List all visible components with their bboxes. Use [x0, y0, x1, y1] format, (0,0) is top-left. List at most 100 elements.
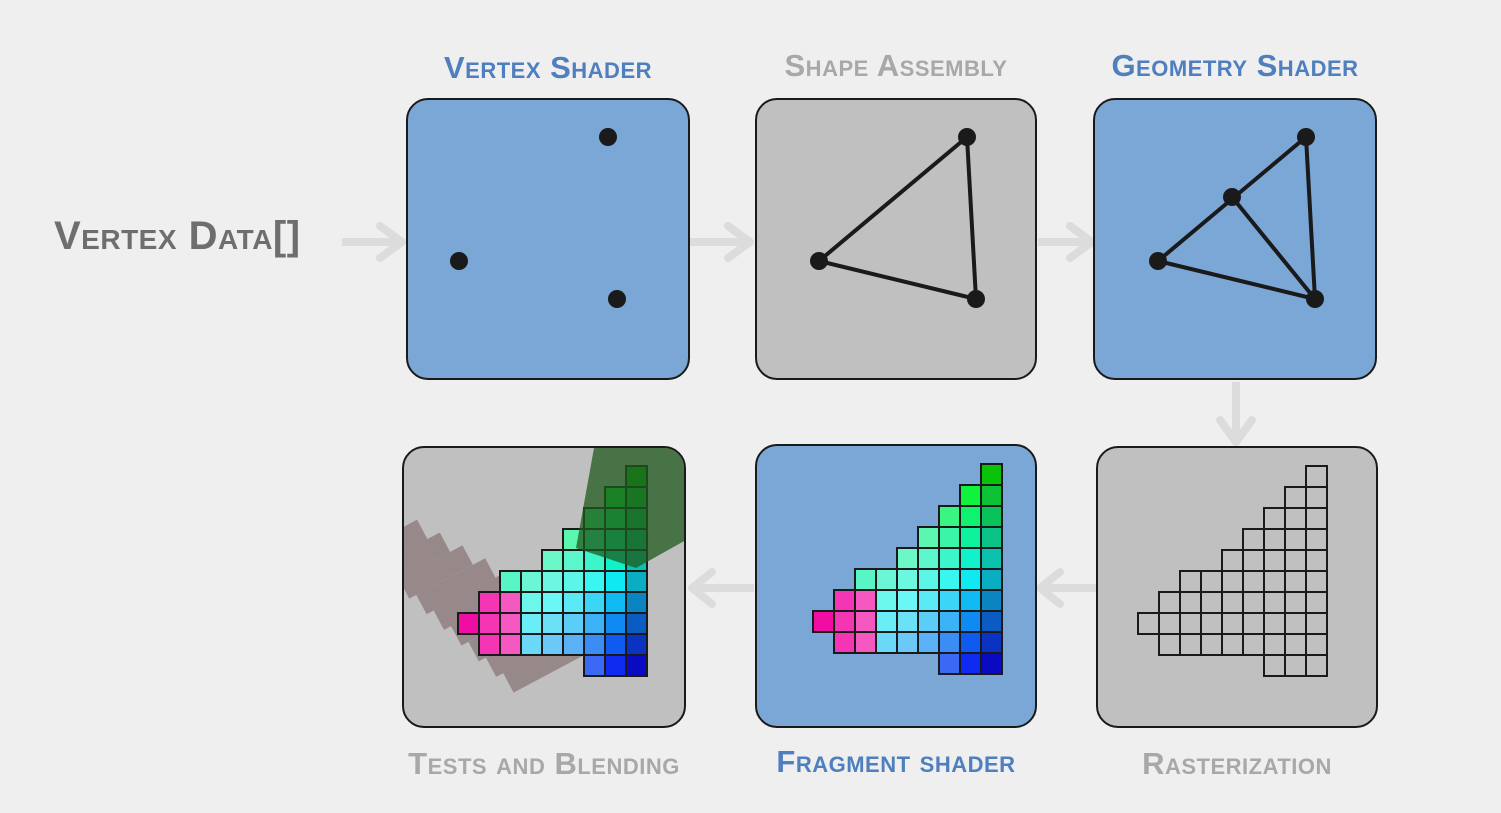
- raster-cell: [1305, 507, 1328, 530]
- fragment-cell: [833, 631, 856, 654]
- raster-cell: [1179, 612, 1202, 635]
- raster-cell: [1179, 633, 1202, 656]
- fragment-cell: [562, 612, 585, 635]
- fragment-cell: [541, 591, 564, 614]
- fragment-cell: [896, 589, 919, 612]
- raster-cell: [1158, 633, 1181, 656]
- raster-cell: [1284, 612, 1307, 635]
- raster-cell: [1221, 591, 1244, 614]
- fragment-cell: [854, 568, 877, 591]
- raster-cell: [1305, 633, 1328, 656]
- fragment-cell: [896, 547, 919, 570]
- raster-cell: [1263, 549, 1286, 572]
- fragment-cell: [917, 589, 940, 612]
- arrow-raster-to-fragment-icon: [1036, 568, 1096, 608]
- raster-cell: [1284, 591, 1307, 614]
- raster-cell: [1179, 591, 1202, 614]
- triangle-icon: [810, 128, 985, 308]
- fragment-cell: [562, 591, 585, 614]
- fragment-cell: [980, 484, 1003, 507]
- raster-cell: [1242, 633, 1265, 656]
- fragment-cell: [959, 547, 982, 570]
- tests-and-blending-label: Tests and Blending: [408, 746, 680, 781]
- fragment-cell: [959, 526, 982, 549]
- fragment-cell: [959, 568, 982, 591]
- fragment-cell: [625, 654, 648, 677]
- fragment-cell: [625, 633, 648, 656]
- fragment-cell: [980, 631, 1003, 654]
- fragment-cell: [875, 631, 898, 654]
- raster-cell: [1200, 570, 1223, 593]
- raster-cell: [1242, 612, 1265, 635]
- raster-cell: [1305, 570, 1328, 593]
- fragment-cell: [812, 610, 835, 633]
- raster-cell: [1284, 507, 1307, 530]
- fragment-cell: [896, 610, 919, 633]
- rasterization-label: Rasterization: [1142, 746, 1332, 781]
- shape-assembly-box: [755, 98, 1037, 380]
- blended-fragments-icon: [404, 448, 684, 693]
- fragment-cell: [541, 633, 564, 656]
- raster-cell: [1305, 654, 1328, 677]
- raster-cell: [1158, 591, 1181, 614]
- fragment-cell: [875, 568, 898, 591]
- raster-cell: [1200, 633, 1223, 656]
- fragment-cell: [833, 589, 856, 612]
- raster-cell: [1221, 612, 1244, 635]
- fragment-cell: [875, 589, 898, 612]
- fragment-cell: [938, 505, 961, 528]
- fragment-cell: [499, 633, 522, 656]
- raster-cell: [1263, 612, 1286, 635]
- raster-cell: [1284, 633, 1307, 656]
- fragment-cell: [604, 591, 627, 614]
- fragment-cell: [583, 591, 606, 614]
- vertex-points-icon: [450, 128, 626, 308]
- vertex-shader-box: [406, 98, 690, 380]
- raster-cell: [1305, 612, 1328, 635]
- fragment-cell: [562, 570, 585, 593]
- raster-cell: [1284, 549, 1307, 572]
- raster-cell: [1263, 654, 1286, 677]
- fragment-cell: [520, 612, 543, 635]
- fragment-cell: [875, 610, 898, 633]
- fragment-cell: [959, 484, 982, 507]
- geometry-shader-label: Geometry Shader: [1111, 48, 1359, 83]
- fragment-cell: [917, 547, 940, 570]
- raster-cell: [1200, 612, 1223, 635]
- raster-cell: [1263, 633, 1286, 656]
- fragment-cell: [917, 568, 940, 591]
- fragment-cell: [541, 570, 564, 593]
- raster-cell: [1305, 486, 1328, 509]
- fragment-cell: [499, 570, 522, 593]
- raster-cell: [1221, 633, 1244, 656]
- fragment-cell: [499, 612, 522, 635]
- fragment-cell: [854, 589, 877, 612]
- fragment-cell: [854, 610, 877, 633]
- fragment-cell: [604, 570, 627, 593]
- tests-and-blending-box: [402, 446, 686, 728]
- fragment-cell: [896, 568, 919, 591]
- fragment-cell: [980, 568, 1003, 591]
- raster-cell: [1179, 570, 1202, 593]
- fragment-cell: [583, 570, 606, 593]
- raster-cell: [1221, 570, 1244, 593]
- fragment-cell: [980, 610, 1003, 633]
- fragment-cell: [478, 612, 501, 635]
- fragment-cell: [625, 591, 648, 614]
- arrow-geometry-to-raster-icon: [1216, 382, 1256, 446]
- fragment-cell: [917, 631, 940, 654]
- fragment-cell: [959, 652, 982, 675]
- fragment-shader-box: [755, 444, 1037, 728]
- arrow-vertex-to-shape-icon: [690, 222, 754, 262]
- fragment-cell: [917, 610, 940, 633]
- fragment-cell: [938, 547, 961, 570]
- fragment-cell: [604, 612, 627, 635]
- fragment-shader-label: Fragment shader: [776, 744, 1016, 779]
- fragment-cell: [896, 631, 919, 654]
- arrow-fragment-to-tests-icon: [688, 568, 754, 608]
- raster-cell: [1221, 549, 1244, 572]
- raster-cell: [1242, 528, 1265, 551]
- fragment-cell: [938, 589, 961, 612]
- fragment-cell: [938, 631, 961, 654]
- subdivided-triangle-icon: [1149, 128, 1324, 308]
